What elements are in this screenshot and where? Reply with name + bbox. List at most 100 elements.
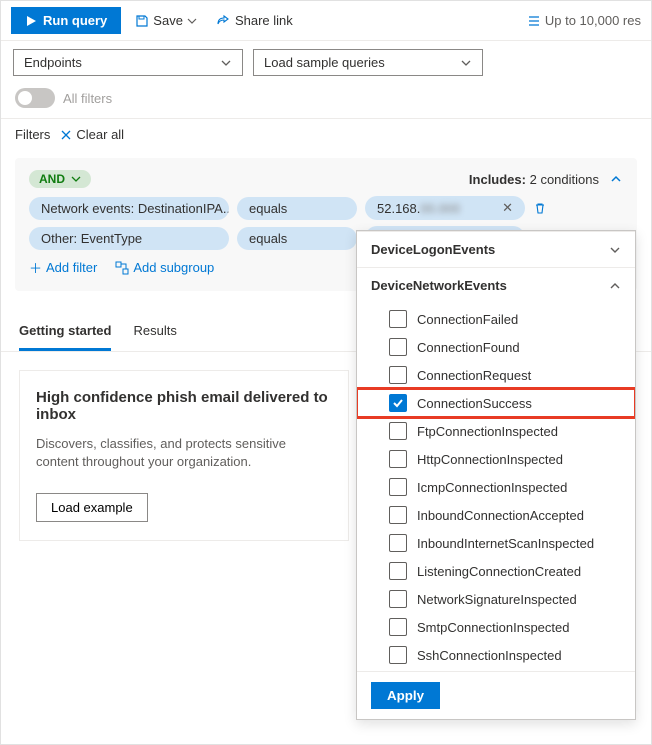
option-label: InboundConnectionAccepted xyxy=(417,508,584,523)
all-filters-label: All filters xyxy=(63,91,112,106)
apply-button[interactable]: Apply xyxy=(371,682,440,709)
checkbox[interactable] xyxy=(389,366,407,384)
includes-count: 2 conditions xyxy=(530,172,599,187)
checkbox[interactable] xyxy=(389,310,407,328)
dropdown-option[interactable]: ConnectionRequest xyxy=(357,361,635,389)
condition-field[interactable]: Network events: DestinationIPA... xyxy=(29,197,229,220)
and-operator-chip[interactable]: AND xyxy=(29,170,91,188)
list-icon xyxy=(527,14,541,28)
condition-value-text: 52.168. xyxy=(377,201,420,216)
dropdown-option[interactable]: InboundConnectionAccepted xyxy=(357,501,635,529)
dropdown-group-devicenetworkevents[interactable]: DeviceNetworkEvents xyxy=(357,267,635,303)
card-title: High confidence phish email delivered to… xyxy=(36,389,332,423)
dropdown-group-devicelogonevents[interactable]: DeviceLogonEvents xyxy=(357,231,635,267)
dropdown-option[interactable]: InboundInternetScanInspected xyxy=(357,529,635,557)
group-label: DeviceLogonEvents xyxy=(371,242,495,257)
dropdown-option[interactable]: ConnectionFound xyxy=(357,333,635,361)
chevron-down-icon xyxy=(460,57,472,69)
play-icon xyxy=(25,15,37,27)
checkbox[interactable] xyxy=(389,562,407,580)
condition-field[interactable]: Other: EventType xyxy=(29,227,229,250)
add-subgroup-label: Add subgroup xyxy=(133,260,214,275)
option-label: ConnectionFound xyxy=(417,340,520,355)
chevron-up-icon xyxy=(609,280,621,292)
save-button[interactable]: Save xyxy=(129,9,203,32)
event-type-dropdown-panel: DeviceLogonEvents DeviceNetworkEvents Co… xyxy=(356,230,636,720)
dropdown-option[interactable]: HttpConnectionInspected xyxy=(357,445,635,473)
option-label: ConnectionRequest xyxy=(417,368,531,383)
save-label: Save xyxy=(153,13,183,28)
option-label: IcmpConnectionInspected xyxy=(417,480,567,495)
result-limit[interactable]: Up to 10,000 res xyxy=(527,13,641,28)
option-label: InboundInternetScanInspected xyxy=(417,536,594,551)
add-filter-label: Add filter xyxy=(46,260,97,275)
example-card: High confidence phish email delivered to… xyxy=(19,370,349,541)
option-label: HttpConnectionInspected xyxy=(417,452,563,467)
add-filter-button[interactable]: ＋ Add filter xyxy=(29,258,97,277)
clear-all-button[interactable]: Clear all xyxy=(60,127,124,142)
tab-getting-started[interactable]: Getting started xyxy=(19,323,111,351)
share-link-button[interactable]: Share link xyxy=(211,9,299,32)
all-filters-row: All filters xyxy=(1,84,651,118)
checkbox[interactable] xyxy=(389,422,407,440)
checkbox[interactable] xyxy=(389,450,407,468)
dropdown-option[interactable]: ConnectionFailed xyxy=(357,305,635,333)
condition-operator[interactable]: equals xyxy=(237,197,357,220)
sample-queries-dropdown[interactable]: Load sample queries xyxy=(253,49,483,76)
option-label: FtpConnectionInspected xyxy=(417,424,558,439)
scope-row: Endpoints Load sample queries xyxy=(1,41,651,84)
collapse-group-button[interactable] xyxy=(609,172,623,186)
dropdown-option[interactable]: FtpConnectionInspected xyxy=(357,417,635,445)
add-subgroup-button[interactable]: Add subgroup xyxy=(115,258,214,277)
check-icon xyxy=(392,397,404,409)
option-label: SmtpConnectionInspected xyxy=(417,620,569,635)
and-label: AND xyxy=(39,172,65,186)
subgroup-icon xyxy=(115,261,129,275)
condition-value[interactable]: 52.168.00.000 ✕ xyxy=(365,196,525,220)
plus-icon: ＋ xyxy=(29,258,42,277)
top-toolbar: Run query Save Share link Up to 10,000 r… xyxy=(1,1,651,41)
checkbox[interactable] xyxy=(389,618,407,636)
condition-row: Network events: DestinationIPA... equals… xyxy=(29,196,623,220)
includes-summary: Includes: 2 conditions xyxy=(469,172,599,187)
sample-value: Load sample queries xyxy=(264,55,385,70)
tab-results[interactable]: Results xyxy=(133,323,176,351)
dropdown-option[interactable]: NetworkSignatureInspected xyxy=(357,585,635,613)
result-limit-text: Up to 10,000 res xyxy=(545,13,641,28)
chevron-down-icon xyxy=(71,174,81,184)
clear-all-label: Clear all xyxy=(76,127,124,142)
dropdown-option[interactable]: ListeningConnectionCreated xyxy=(357,557,635,585)
checkbox[interactable] xyxy=(389,394,407,412)
run-query-label: Run query xyxy=(43,13,107,28)
run-query-button[interactable]: Run query xyxy=(11,7,121,34)
chevron-down-icon xyxy=(187,16,197,26)
card-description: Discovers, classifies, and protects sens… xyxy=(36,435,332,471)
clear-value-button[interactable]: ✕ xyxy=(502,200,513,216)
dropdown-option[interactable]: SmtpConnectionInspected xyxy=(357,613,635,641)
group-label: DeviceNetworkEvents xyxy=(371,278,507,293)
share-icon xyxy=(217,14,231,28)
chevron-down-icon xyxy=(220,57,232,69)
delete-condition-button[interactable] xyxy=(533,201,547,215)
checkbox[interactable] xyxy=(389,338,407,356)
checkbox[interactable] xyxy=(389,646,407,664)
checkbox[interactable] xyxy=(389,590,407,608)
checkbox[interactable] xyxy=(389,506,407,524)
filters-bar: Filters Clear all xyxy=(1,118,651,150)
condition-operator[interactable]: equals xyxy=(237,227,357,250)
filters-label: Filters xyxy=(15,127,50,142)
option-label: SshConnectionInspected xyxy=(417,648,562,663)
trash-icon xyxy=(533,201,547,215)
checkbox[interactable] xyxy=(389,534,407,552)
scope-dropdown[interactable]: Endpoints xyxy=(13,49,243,76)
dropdown-option[interactable]: IcmpConnectionInspected xyxy=(357,473,635,501)
chevron-up-icon xyxy=(609,172,623,186)
dropdown-option[interactable]: ConnectionSuccess xyxy=(357,389,635,417)
all-filters-toggle[interactable] xyxy=(15,88,55,108)
chevron-down-icon xyxy=(609,244,621,256)
dropdown-option[interactable]: SshConnectionInspected xyxy=(357,641,635,669)
checkbox[interactable] xyxy=(389,478,407,496)
load-example-button[interactable]: Load example xyxy=(36,493,148,522)
includes-label: Includes: xyxy=(469,172,526,187)
scope-value: Endpoints xyxy=(24,55,82,70)
